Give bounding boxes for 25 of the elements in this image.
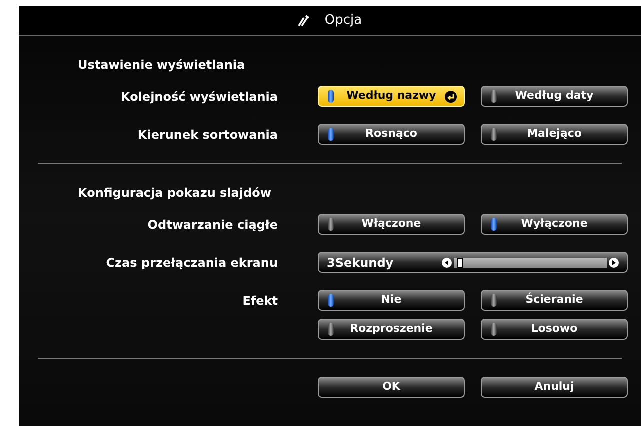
- setting-label: Kierunek sortowania: [138, 126, 278, 144]
- dialog-button[interactable]: Anuluj: [481, 377, 628, 398]
- setting-label: Efekt: [242, 292, 278, 310]
- option-button[interactable]: Nie: [318, 290, 465, 311]
- option-button[interactable]: Włączone: [318, 214, 465, 235]
- section-heading: Konfiguracja pokazu slajdów: [78, 185, 272, 202]
- setting-label: Czas przełączania ekranu: [106, 254, 278, 272]
- slider-value: 3Sekundy: [327, 254, 395, 272]
- window-title: Opcja: [324, 12, 362, 30]
- setting-label: Kolejność wyświetlania: [120, 88, 278, 106]
- option-button[interactable]: Malejąco: [481, 124, 628, 145]
- option-button[interactable]: Rozproszenie: [318, 319, 465, 340]
- option-button[interactable]: Według nazwy: [318, 86, 465, 107]
- option-button[interactable]: Ścieranie: [481, 290, 628, 311]
- option-button[interactable]: Według daty: [481, 86, 628, 107]
- tools-icon: [298, 14, 311, 26]
- dialog-button[interactable]: OK: [318, 377, 465, 398]
- setting-label: Odtwarzanie ciągłe: [148, 216, 278, 234]
- option-button[interactable]: Wyłączone: [481, 214, 628, 235]
- enter-icon: [445, 91, 457, 103]
- option-button[interactable]: Rosnąco: [318, 124, 465, 145]
- slider-control[interactable]: 3Sekundy: [318, 252, 628, 273]
- slider-thumb[interactable]: [456, 258, 463, 268]
- option-button[interactable]: Losowo: [481, 319, 628, 340]
- section-heading: Ustawienie wyświetlania: [78, 57, 246, 74]
